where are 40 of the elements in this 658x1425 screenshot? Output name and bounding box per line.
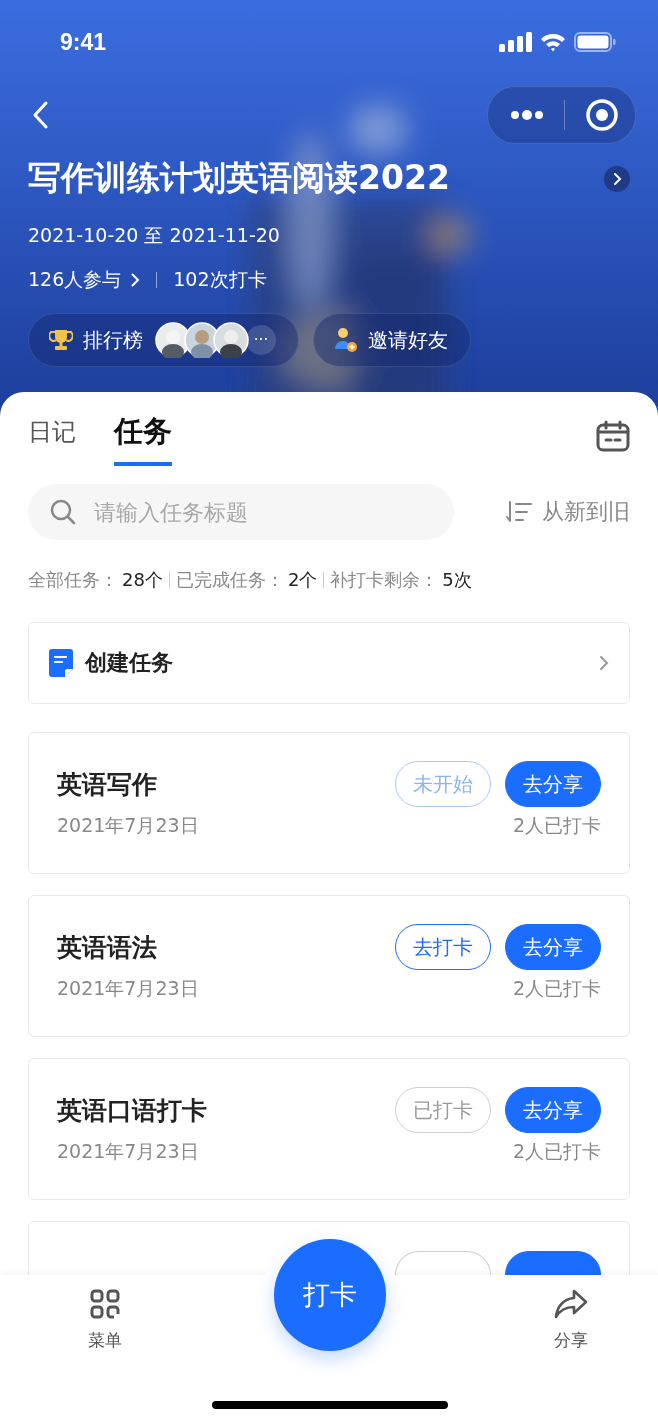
sort-button[interactable]: 从新到旧 [506, 497, 630, 527]
document-icon [49, 649, 73, 677]
summary-value: 2个 [287, 568, 318, 592]
grid-icon [90, 1289, 120, 1319]
task-title: 英语口语打卡 [57, 1094, 207, 1127]
checkin-count: 2人已打卡 [512, 976, 601, 1001]
checkin-count: 2人已打卡 [512, 813, 601, 838]
task-title: 英语语法 [57, 931, 157, 964]
tab[interactable]: 日记 [28, 410, 76, 466]
share-tab[interactable]: 分享 [554, 1275, 588, 1359]
share-button[interactable]: 去分享 [505, 761, 601, 807]
calendar-icon[interactable] [596, 420, 630, 452]
task-date: 2021年7月23日 [57, 1139, 199, 1164]
share-icon [554, 1289, 588, 1319]
task-card[interactable]: 英语口语打卡 已打卡 去分享 2021年7月23日 2人已打卡 [28, 1058, 630, 1200]
checkin-count: 2人已打卡 [512, 1139, 601, 1164]
task-card[interactable]: 英语写作 未开始 去分享 2021年7月23日 2人已打卡 [28, 732, 630, 874]
share-button[interactable] [505, 1251, 601, 1275]
summary-label: 已完成任务： [175, 568, 284, 592]
summary-value: 28个 [122, 568, 163, 592]
summary-label: 全部任务： [28, 568, 118, 592]
search-icon [50, 499, 76, 525]
summary-label: 补打卡剩余： [330, 568, 439, 592]
tab[interactable]: 任务 [114, 406, 172, 466]
create-task-card[interactable]: 创建任务 [28, 622, 630, 704]
menu-tab[interactable]: 菜单 [88, 1275, 122, 1359]
divider [323, 572, 325, 588]
chevron-right-icon [599, 655, 609, 671]
share-button[interactable]: 去分享 [505, 1087, 601, 1133]
task-title: 英语写作 [57, 768, 157, 801]
summary-value: 5次 [442, 568, 472, 592]
task-date: 2021年7月23日 [57, 976, 199, 1001]
share-button[interactable]: 去分享 [505, 924, 601, 970]
create-task-label: 创建任务 [85, 649, 174, 677]
divider [168, 572, 170, 588]
search-input[interactable]: 请输入任务标题 [92, 498, 396, 526]
sort-icon [506, 501, 532, 523]
task-card[interactable]: 英语语法 去打卡 去分享 2021年7月23日 2人已打卡 [28, 895, 630, 1037]
task-date: 2021年7月23日 [57, 813, 199, 838]
search-field[interactable]: 请输入任务标题 [28, 484, 454, 540]
